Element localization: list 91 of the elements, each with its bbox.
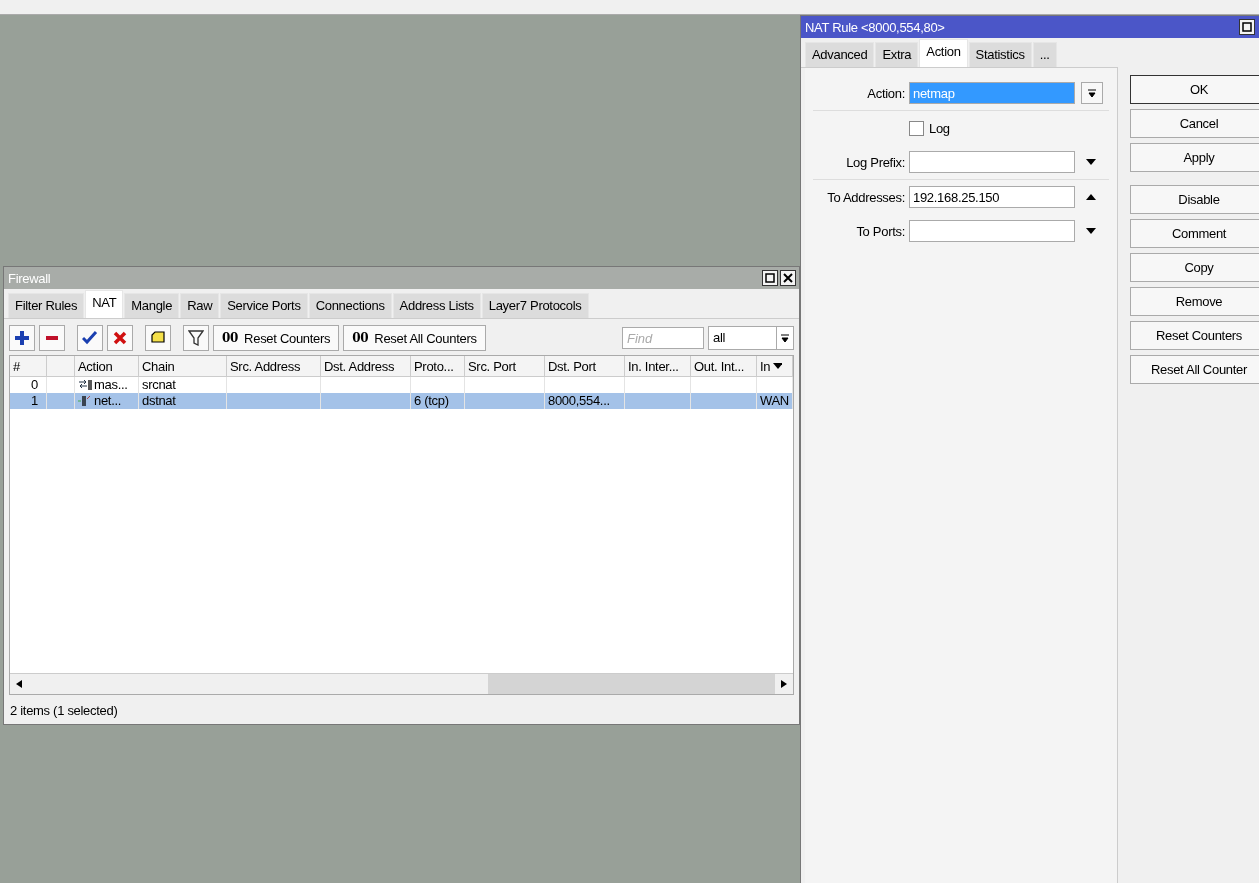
window-title: Firewall xyxy=(8,270,51,286)
checkbox[interactable] xyxy=(909,120,924,136)
cross-icon xyxy=(112,330,128,346)
dropdown-icon xyxy=(780,333,790,343)
filter-icon xyxy=(188,330,204,346)
column-header[interactable]: Src. Port xyxy=(465,356,545,376)
tab[interactable]: Extra xyxy=(875,42,919,67)
column-header[interactable]: Chain xyxy=(139,356,227,376)
close-icon xyxy=(783,273,793,283)
add-icon xyxy=(14,330,30,346)
note-icon xyxy=(150,330,166,346)
horizontal-scrollbar[interactable] xyxy=(10,673,793,694)
action-button[interactable]: Reset All Counter xyxy=(1130,355,1259,384)
table-cell: WAN xyxy=(760,393,789,409)
column-header[interactable]: Src. Address xyxy=(227,356,321,376)
tab[interactable]: Raw xyxy=(180,293,220,318)
dropdown-arrow-icon[interactable] xyxy=(1085,227,1097,235)
action-button[interactable]: Copy xyxy=(1130,253,1259,282)
dropdown-icon xyxy=(772,362,783,370)
action-button[interactable]: Remove xyxy=(1130,287,1259,316)
comment-button[interactable] xyxy=(145,325,171,351)
maximize-icon xyxy=(1242,22,1252,32)
field-label: To Addresses: xyxy=(826,189,906,205)
column-header[interactable]: # xyxy=(10,356,47,376)
scrollbar-thumb[interactable] xyxy=(488,674,775,694)
table-cell: 1 xyxy=(31,393,38,409)
find-field[interactable]: Find xyxy=(622,327,704,349)
close-button[interactable] xyxy=(780,270,796,286)
dropdown-button[interactable] xyxy=(1081,82,1103,104)
status-text: 2 items (1 selected) xyxy=(9,702,119,720)
action-button[interactable]: Cancel xyxy=(1130,109,1259,138)
action-button[interactable]: Comment xyxy=(1130,219,1259,248)
action-button[interactable]: OK xyxy=(1130,75,1259,104)
reset-counters-button[interactable]: 00 Reset Counters xyxy=(213,325,340,351)
maximize-button[interactable] xyxy=(762,270,778,286)
field-label: Log Prefix: xyxy=(845,154,906,170)
remove-button[interactable] xyxy=(39,325,65,351)
column-header[interactable]: Proto... xyxy=(411,356,465,376)
window-title: NAT Rule <8000,554,80> xyxy=(805,19,945,35)
table-cell: 6 (tcp) xyxy=(414,393,449,409)
column-header[interactable]: Out. Int... xyxy=(691,356,757,376)
tab[interactable]: Filter Rules xyxy=(8,293,85,318)
enable-button[interactable] xyxy=(77,325,103,351)
input-field[interactable]: 192.168.25.150 xyxy=(909,186,1075,208)
add-button[interactable] xyxy=(9,325,35,351)
tab[interactable]: Advanced xyxy=(805,42,875,67)
tab[interactable]: Address Lists xyxy=(392,293,481,318)
maximize-icon xyxy=(765,273,775,283)
reset-counters-button[interactable]: 00 Reset All Counters xyxy=(343,325,486,351)
bars-icon xyxy=(78,395,92,407)
input-field[interactable] xyxy=(909,220,1075,242)
tab[interactable]: Mangle xyxy=(124,293,180,318)
counter-icon: 00 xyxy=(222,331,239,345)
action-button[interactable]: Apply xyxy=(1130,143,1259,172)
tab[interactable]: Connections xyxy=(308,293,392,318)
input-field[interactable] xyxy=(909,151,1075,173)
tab[interactable]: Statistics xyxy=(968,42,1032,67)
table-row[interactable]: 1 net... dstnat 6 (tcp) 8000,554... WAN xyxy=(10,393,793,409)
table-cell: dstnat xyxy=(142,393,176,409)
tab[interactable]: ... xyxy=(1032,42,1057,67)
filter-select[interactable]: all xyxy=(708,326,794,350)
up-arrow-icon[interactable] xyxy=(1085,193,1097,201)
column-header[interactable]: Action xyxy=(75,356,139,376)
right-arrow-icon xyxy=(780,679,788,689)
column-header[interactable]: In. Inter... xyxy=(625,356,691,376)
column-header[interactable]: Dst. Port xyxy=(545,356,625,376)
maximize-button[interactable] xyxy=(1239,19,1255,35)
action-button[interactable]: Disable xyxy=(1130,185,1259,214)
filter-button[interactable] xyxy=(183,325,209,351)
tab[interactable]: NAT xyxy=(85,290,124,318)
table-cell: mas... xyxy=(94,377,128,393)
left-arrow-icon xyxy=(15,679,23,689)
counter-icon: 00 xyxy=(352,331,369,345)
disable-button[interactable] xyxy=(107,325,133,351)
table-cell: 0 xyxy=(31,377,38,393)
table-cell: net... xyxy=(94,393,122,409)
table-cell: 8000,554... xyxy=(548,393,610,409)
column-header[interactable]: In xyxy=(757,356,793,376)
dropdown-icon xyxy=(1087,88,1097,98)
dropdown-arrow-icon[interactable] xyxy=(1085,158,1097,166)
field-label: To Ports: xyxy=(855,223,906,239)
tab[interactable]: Action xyxy=(919,39,968,67)
checkmark-icon xyxy=(82,330,98,346)
action-button[interactable]: Reset Counters xyxy=(1130,321,1259,350)
tab[interactable]: Service Ports xyxy=(220,293,308,318)
arrows-icon xyxy=(78,379,92,391)
table-cell: srcnat xyxy=(142,377,176,393)
field-label: Action: xyxy=(866,85,906,101)
tab[interactable]: Layer7 Protocols xyxy=(481,293,589,318)
checkbox-label: Log xyxy=(929,120,950,136)
column-header[interactable]: Dst. Address xyxy=(321,356,411,376)
